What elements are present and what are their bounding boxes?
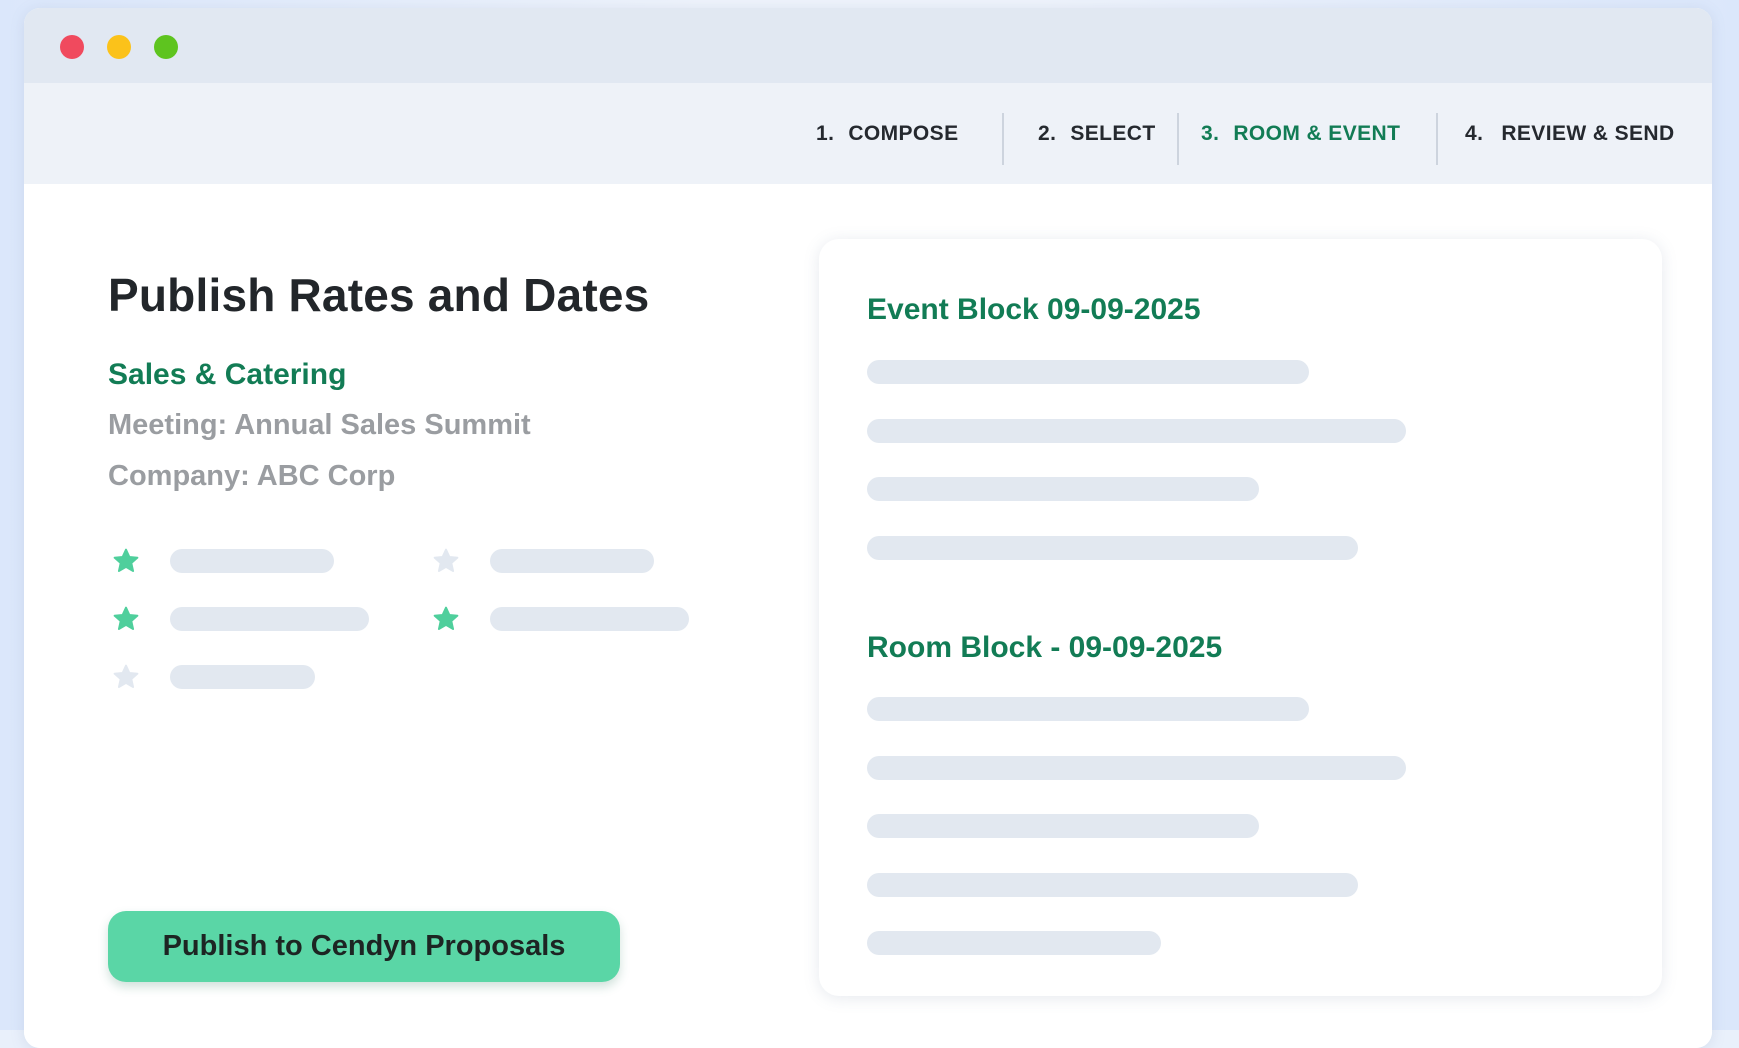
meeting-info: Meeting: Annual Sales Summit (108, 409, 531, 441)
star-icon (113, 548, 139, 572)
star-icon (113, 664, 139, 688)
feature-item (432, 605, 689, 633)
placeholder-line (867, 931, 1161, 955)
feature-item (112, 663, 315, 691)
minimize-window-button[interactable] (107, 35, 131, 59)
feature-item (432, 547, 654, 575)
feature-item (112, 605, 369, 633)
app-window: 1. COMPOSE 2. SELECT 3. ROOM & EVENT 4. … (24, 8, 1712, 1048)
product-name: Sales & Catering (108, 358, 347, 391)
step-number: 3. (1201, 121, 1220, 145)
blocks-preview-card: Event Block 09-09-2025 Room Block - 09-0… (819, 239, 1662, 996)
step-compose[interactable]: 1. COMPOSE (816, 83, 958, 184)
window-titlebar (24, 8, 1712, 83)
step-number: 1. (816, 121, 835, 145)
step-room-and-event[interactable]: 3. ROOM & EVENT (1201, 83, 1400, 184)
placeholder-line (867, 756, 1406, 780)
placeholder-line (867, 536, 1358, 560)
wizard-steps: 1. COMPOSE 2. SELECT 3. ROOM & EVENT 4. … (24, 83, 1712, 184)
maximize-window-button[interactable] (154, 35, 178, 59)
step-select[interactable]: 2. SELECT (1038, 83, 1156, 184)
step-label: COMPOSE (848, 121, 959, 145)
placeholder-line (867, 360, 1309, 384)
placeholder-line (867, 697, 1309, 721)
step-divider (1002, 113, 1004, 165)
publish-to-cendyn-proposals-button[interactable]: Publish to Cendyn Proposals (108, 911, 620, 982)
star-icon (433, 548, 459, 572)
placeholder-line (867, 873, 1358, 897)
company-info: Company: ABC Corp (108, 460, 396, 492)
page-title: Publish Rates and Dates (108, 269, 650, 321)
step-label: REVIEW & SEND (1501, 121, 1675, 145)
feature-item (112, 547, 334, 575)
star-icon (433, 606, 459, 630)
step-number: 2. (1038, 121, 1057, 145)
star-icon (113, 606, 139, 630)
step-divider (1177, 113, 1179, 165)
feature-placeholder (170, 607, 369, 631)
step-label: ROOM & EVENT (1233, 121, 1401, 145)
feature-placeholder (170, 549, 334, 573)
step-number: 4. (1465, 121, 1484, 145)
placeholder-line (867, 477, 1259, 501)
step-review-and-send[interactable]: 4. REVIEW & SEND (1465, 83, 1675, 184)
feature-placeholder (490, 549, 654, 573)
event-block-heading: Event Block 09-09-2025 (867, 293, 1201, 326)
feature-placeholder (170, 665, 315, 689)
main-content: Publish Rates and Dates Sales & Catering… (24, 184, 1712, 1048)
step-label: SELECT (1070, 121, 1156, 145)
room-block-heading: Room Block - 09-09-2025 (867, 631, 1223, 664)
close-window-button[interactable] (60, 35, 84, 59)
feature-placeholder (490, 607, 689, 631)
placeholder-line (867, 419, 1406, 443)
placeholder-line (867, 814, 1259, 838)
step-divider (1436, 113, 1438, 165)
